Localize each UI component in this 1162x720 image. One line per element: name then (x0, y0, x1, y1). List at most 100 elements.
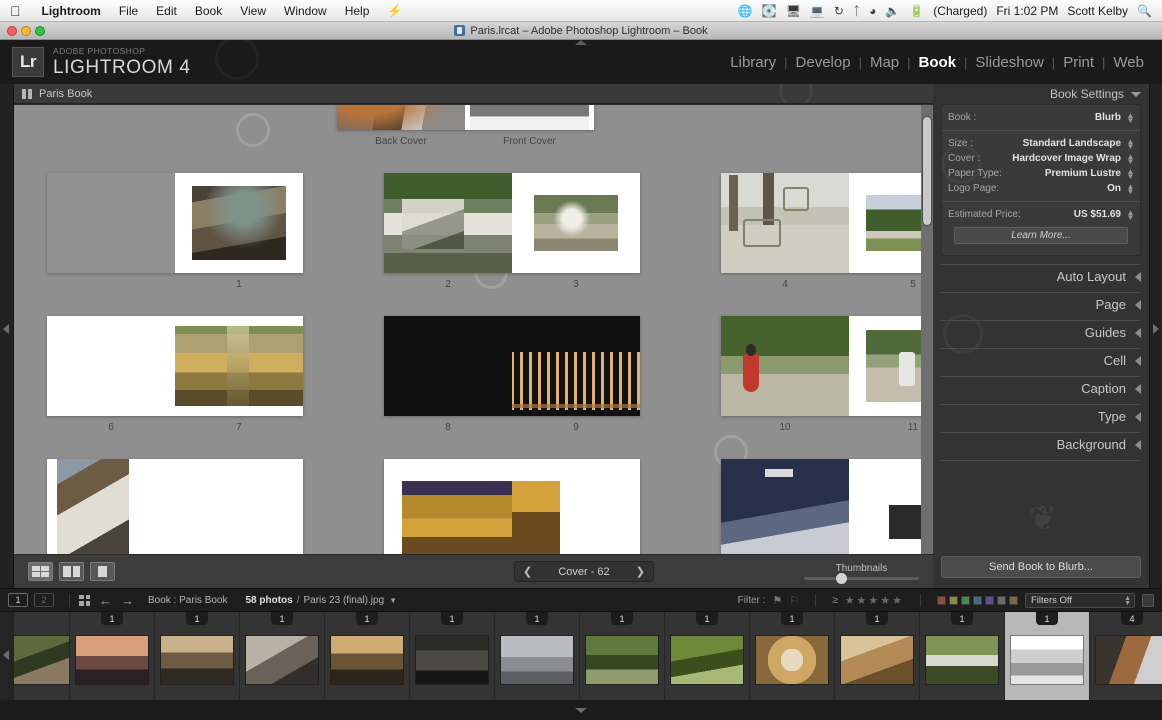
single-page-view-icon[interactable] (90, 562, 115, 581)
filmstrip-cell-9[interactable]: 1 (750, 612, 835, 700)
triangle-down-icon[interactable] (1131, 91, 1141, 97)
drive-icon[interactable]: 💽 (762, 4, 777, 18)
spread-6[interactable]: 10 11 (721, 316, 933, 433)
book-canvas[interactable]: ❄ (14, 105, 933, 554)
page-3[interactable] (512, 173, 640, 273)
spread-7[interactable] (47, 459, 303, 554)
chevron-left-icon[interactable]: ❮ (523, 565, 532, 578)
stepper-icon[interactable]: ▲ ▼ (1127, 137, 1135, 150)
menu-edit[interactable]: Edit (147, 4, 186, 18)
timemachine-icon[interactable]: ↻ (834, 4, 844, 18)
page-back-cover[interactable] (337, 105, 465, 130)
triangle-left-icon[interactable] (1135, 439, 1141, 450)
filmstrip-cell-5[interactable]: 1 (410, 612, 495, 700)
triangle-left-icon[interactable] (1135, 411, 1141, 422)
globe-icon[interactable]: 🌐 (738, 4, 753, 18)
wifi-icon[interactable]: ◕ (869, 4, 876, 18)
spread-8[interactable] (384, 459, 640, 554)
filmstrip-cell-6[interactable]: 1 (495, 612, 580, 700)
lock-icon[interactable] (1142, 593, 1154, 607)
section-auto-layout[interactable]: Auto Layout (941, 264, 1141, 288)
menu-window[interactable]: Window (275, 4, 336, 18)
battery-icon[interactable]: 🔋 (909, 4, 924, 18)
stack-badge[interactable]: 1 (526, 612, 548, 625)
chevron-down-icon[interactable]: ▼ (389, 596, 397, 605)
stack-badge[interactable]: 1 (866, 612, 888, 625)
eject-icon[interactable]: 🖥 (786, 4, 801, 18)
stack-badge[interactable]: 1 (101, 612, 123, 625)
right-panel-toggle[interactable] (1149, 84, 1162, 588)
grid-view-icon[interactable] (79, 594, 90, 606)
spread-view-icon[interactable] (59, 562, 84, 581)
display-icon[interactable]: 💻 (810, 4, 825, 18)
page-6[interactable] (47, 316, 175, 416)
filmstrip-source[interactable]: Book : Paris Book (148, 595, 227, 606)
page-15[interactable] (512, 459, 640, 554)
stack-badge[interactable]: 1 (1036, 612, 1058, 625)
triangle-left-icon[interactable] (1135, 355, 1141, 366)
identity-plate[interactable]: Lr ADOBE PHOTOSHOP LIGHTROOM 4 (12, 47, 191, 77)
filmstrip-cell-2[interactable]: 1 (155, 612, 240, 700)
thumbnails-slider[interactable]: Thumbnails (804, 563, 919, 584)
page-14[interactable] (384, 459, 512, 554)
slider-track[interactable] (804, 573, 919, 584)
section-background[interactable]: Background (941, 432, 1141, 456)
page-8[interactable] (384, 316, 512, 416)
screen-1-button[interactable]: 1 (8, 593, 28, 607)
section-cell[interactable]: Cell (941, 348, 1141, 372)
stack-badge[interactable]: 1 (186, 612, 208, 625)
row-estimated-price[interactable]: Estimated Price: US $51.69 ▲ ▼ (948, 207, 1134, 222)
filter-preset-select[interactable]: Filters Off ▲ ▼ (1025, 592, 1135, 608)
filmstrip-cell-8[interactable]: 1 (665, 612, 750, 700)
multi-page-view-icon[interactable] (28, 562, 53, 581)
module-print[interactable]: Print (1055, 54, 1102, 71)
color-swatch-yellow[interactable] (949, 595, 958, 605)
left-panel-toggle[interactable] (0, 84, 14, 588)
learn-more-button[interactable]: Learn More... (954, 227, 1128, 244)
spread-cover[interactable]: Back Cover Front Cover (337, 105, 594, 147)
filmstrip-cell-10[interactable]: 1 (835, 612, 920, 700)
page-12[interactable] (47, 459, 175, 554)
stack-badge[interactable]: 1 (611, 612, 633, 625)
spotlight-search-icon[interactable]: 🔍 (1137, 4, 1152, 18)
page-navigator[interactable]: ❮ Cover - 62 ❯ (514, 561, 654, 582)
menu-file[interactable]: File (110, 4, 147, 18)
page-16[interactable] (721, 459, 849, 554)
spread-3[interactable]: 4 5 (721, 173, 933, 290)
stack-badge[interactable]: 1 (781, 612, 803, 625)
module-slideshow[interactable]: Slideshow (967, 54, 1051, 71)
filmstrip-cell-13[interactable]: 4 (1090, 612, 1162, 700)
section-type[interactable]: Type (941, 404, 1141, 428)
user-name[interactable]: Scott Kelby (1067, 4, 1128, 18)
page-10[interactable] (721, 316, 849, 416)
flag-icon[interactable]: ⚑ (772, 594, 782, 607)
spread-4[interactable]: 6 7 (47, 316, 303, 433)
stepper-icon[interactable]: ▲ ▼ (1127, 208, 1135, 221)
spread-5[interactable]: 8 9 (384, 316, 640, 433)
clock[interactable]: Fri 1:02 PM (996, 4, 1058, 18)
triangle-left-icon[interactable] (1135, 383, 1141, 394)
page-2[interactable] (384, 173, 512, 273)
color-swatch-green[interactable] (961, 595, 970, 605)
section-page[interactable]: Page (941, 292, 1141, 316)
section-caption[interactable]: Caption (941, 376, 1141, 400)
triangle-left-icon[interactable] (1135, 271, 1141, 282)
color-swatch-purple[interactable] (985, 595, 994, 605)
menu-book[interactable]: Book (186, 4, 231, 18)
rating-operator[interactable]: ≥ (832, 595, 838, 606)
page-9[interactable] (512, 316, 640, 416)
filmstrip-cell-0[interactable] (14, 612, 70, 700)
row-size[interactable]: Size : Standard Landscape ▲ ▼ (948, 136, 1134, 151)
stack-badge[interactable]: 1 (356, 612, 378, 625)
color-swatch-none[interactable] (997, 595, 1006, 605)
stack-badge[interactable]: 4 (1121, 612, 1143, 625)
chevron-right-icon[interactable]: ❯ (636, 565, 645, 578)
filmstrip-cell-4[interactable]: 1 (325, 612, 410, 700)
reject-flag-icon[interactable]: ⚐ (789, 594, 799, 607)
module-library[interactable]: Library (722, 54, 784, 71)
triangle-left-icon[interactable] (1135, 327, 1141, 338)
color-swatch-custom[interactable] (1009, 595, 1018, 605)
filmstrip-cell-11[interactable]: 1 (920, 612, 1005, 700)
stack-badge[interactable]: 1 (951, 612, 973, 625)
stepper-icon[interactable]: ▲ ▼ (1127, 167, 1135, 180)
